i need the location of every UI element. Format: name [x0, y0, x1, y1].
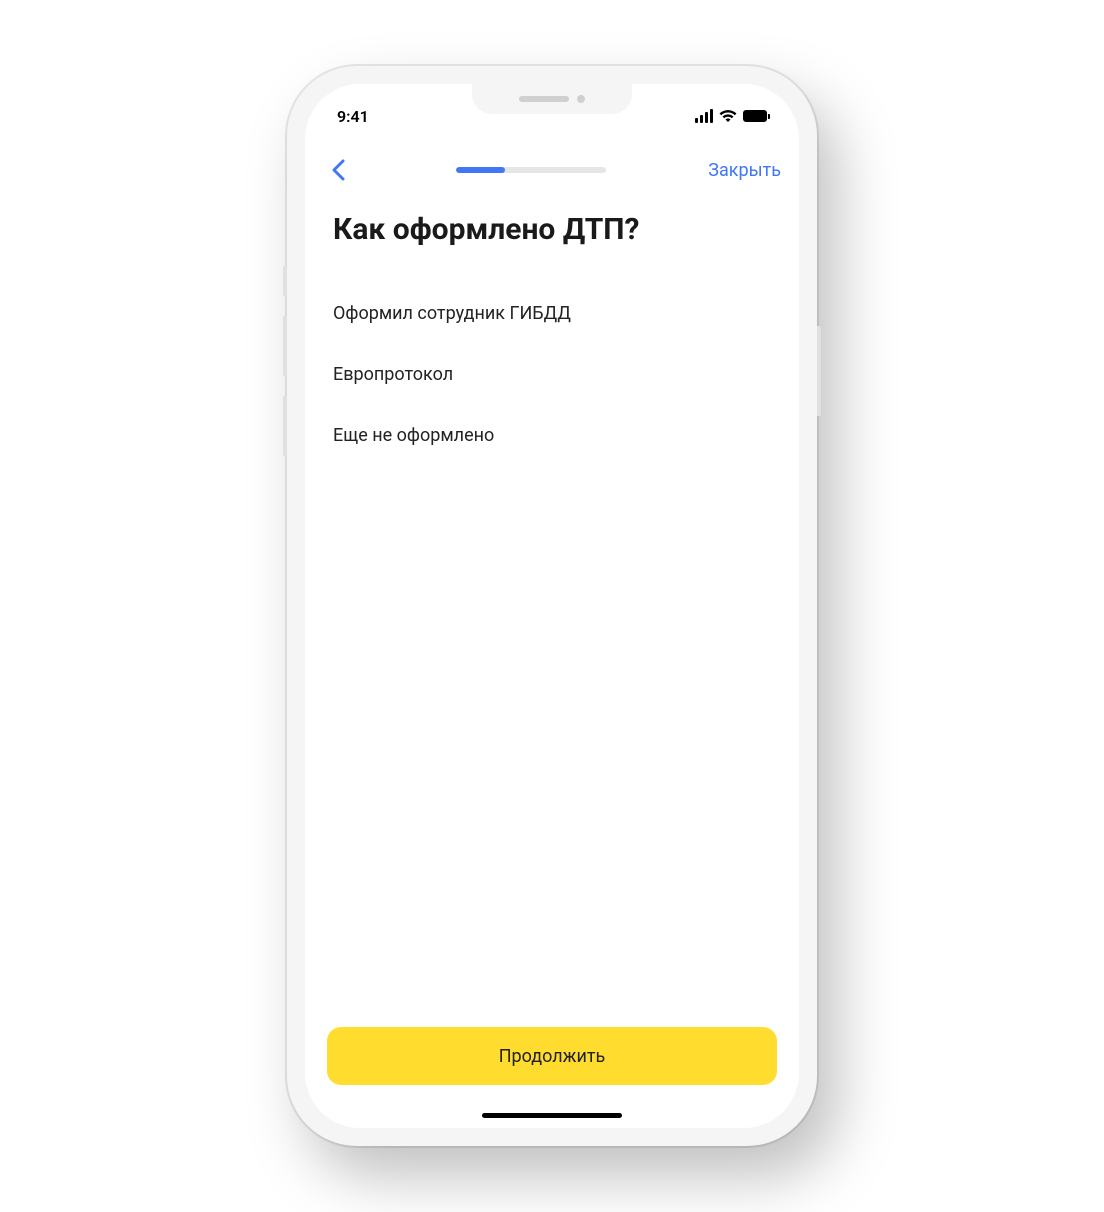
volume-up	[283, 316, 287, 376]
power-button	[817, 326, 821, 416]
screen: 9:41 Закрыть Как оф	[305, 84, 799, 1128]
notch	[472, 84, 632, 114]
chevron-left-icon	[331, 159, 345, 181]
cellular-icon	[695, 109, 713, 123]
nav-bar: Закрыть	[305, 148, 799, 192]
page-title: Как оформлено ДТП?	[333, 212, 771, 247]
speaker	[519, 96, 569, 102]
mute-switch	[283, 266, 287, 296]
camera-dot	[577, 95, 585, 103]
phone-frame: 9:41 Закрыть Как оф	[287, 66, 817, 1146]
status-icons	[695, 109, 767, 123]
close-button[interactable]: Закрыть	[708, 160, 781, 181]
volume-down	[283, 396, 287, 456]
option-gibdd[interactable]: Оформил сотрудник ГИБДД	[333, 283, 771, 344]
continue-button[interactable]: Продолжить	[327, 1027, 777, 1085]
content: Как оформлено ДТП? Оформил сотрудник ГИБ…	[305, 192, 799, 1009]
option-not-registered[interactable]: Еще не оформлено	[333, 405, 771, 466]
side-buttons-left	[283, 266, 287, 476]
progress-bar	[456, 167, 606, 173]
status-time: 9:41	[337, 107, 369, 126]
progress-fill	[456, 167, 506, 173]
side-buttons-right	[817, 326, 821, 416]
back-button[interactable]	[323, 155, 353, 185]
battery-icon	[743, 110, 767, 122]
footer: Продолжить	[305, 1009, 799, 1113]
option-europrotocol[interactable]: Европротокол	[333, 344, 771, 405]
home-indicator[interactable]	[482, 1113, 622, 1118]
wifi-icon	[719, 109, 737, 123]
